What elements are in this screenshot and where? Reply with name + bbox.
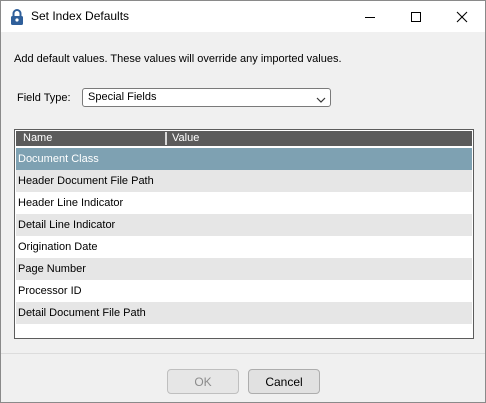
lock-icon	[10, 8, 24, 26]
window-title: Set Index Defaults	[31, 9, 130, 23]
field-type-label: Field Type:	[17, 92, 71, 104]
grid-rows: Document Class Header Document File Path…	[16, 148, 472, 324]
footer-divider	[1, 353, 485, 354]
table-row[interactable]: Document Class	[16, 148, 472, 170]
table-row[interactable]: Detail Document File Path	[16, 302, 472, 324]
ok-button[interactable]: OK	[167, 369, 239, 394]
table-row[interactable]: Page Number	[16, 258, 472, 280]
maximize-button[interactable]	[393, 1, 439, 32]
row-name: Header Line Indicator	[18, 197, 124, 209]
row-name: Processor ID	[18, 285, 82, 297]
row-name: Page Number	[18, 263, 86, 275]
maximize-icon	[411, 11, 421, 22]
row-name: Document Class	[18, 153, 99, 165]
row-name: Detail Line Indicator	[18, 219, 116, 231]
description-text: Add default values. These values will ov…	[14, 53, 342, 65]
close-button[interactable]	[439, 1, 485, 32]
table-row[interactable]: Processor ID	[16, 280, 472, 302]
row-name: Header Document File Path	[18, 175, 154, 187]
title-bar[interactable]: Set Index Defaults	[1, 1, 485, 32]
chevron-down-icon	[316, 93, 326, 103]
close-icon	[456, 11, 468, 22]
column-header-value[interactable]: Value	[172, 132, 199, 144]
table-row[interactable]: Origination Date	[16, 236, 472, 258]
column-separator[interactable]	[165, 132, 167, 145]
field-type-select[interactable]: Special Fields	[82, 88, 331, 107]
column-header-name[interactable]: Name	[23, 132, 52, 144]
table-row[interactable]: Header Line Indicator	[16, 192, 472, 214]
minimize-icon	[365, 16, 375, 18]
table-row[interactable]: Header Document File Path	[16, 170, 472, 192]
dialog-window: Set Index Defaults Add default values. T…	[0, 0, 486, 403]
grid-header: Name Value	[16, 131, 472, 146]
row-name: Detail Document File Path	[18, 307, 146, 319]
table-row[interactable]: Detail Line Indicator	[16, 214, 472, 236]
row-name: Origination Date	[18, 241, 98, 253]
index-defaults-grid[interactable]: Name Value Document Class Header Documen…	[14, 129, 474, 339]
cancel-button[interactable]: Cancel	[248, 369, 320, 394]
minimize-button[interactable]	[347, 1, 393, 32]
field-type-value: Special Fields	[88, 91, 157, 103]
